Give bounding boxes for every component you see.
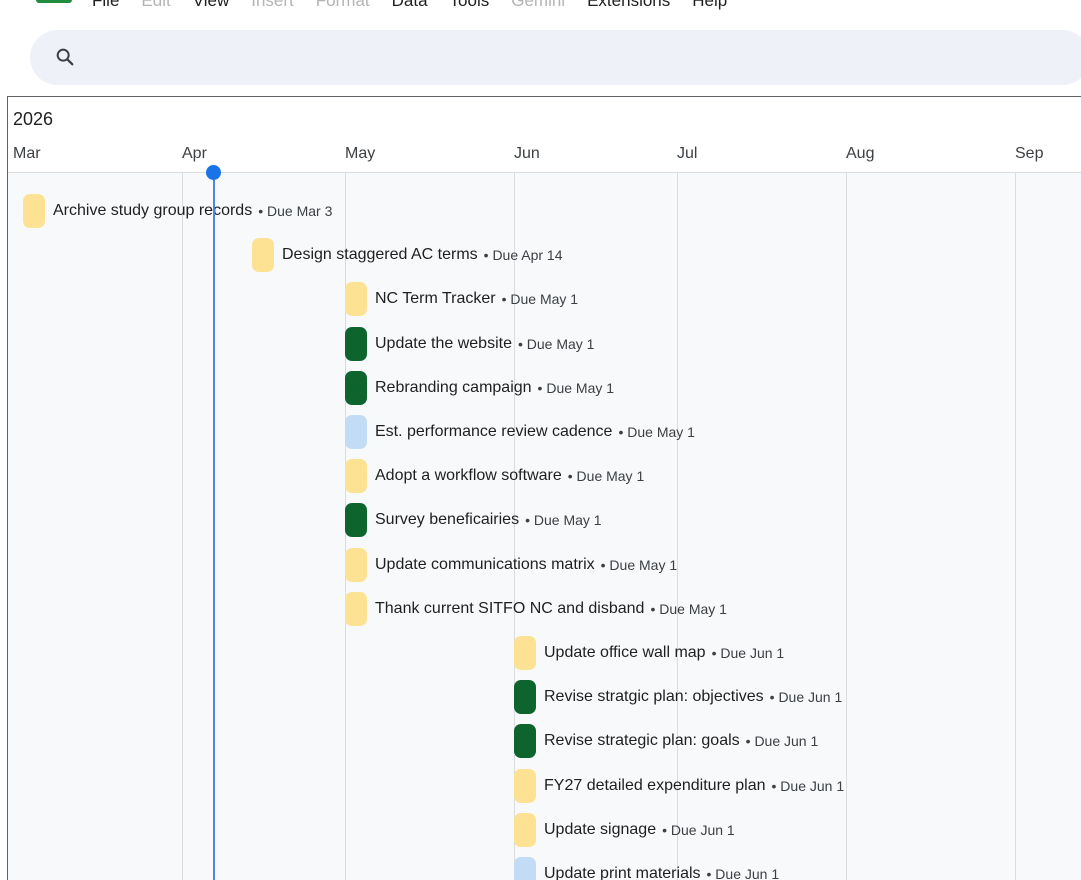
task-title: Revise stratgic plan: objectives <box>544 688 764 705</box>
task-color-chip[interactable] <box>345 459 367 493</box>
menu-tools[interactable]: Tools <box>450 0 490 11</box>
month-label: Jul <box>677 145 698 162</box>
task-color-chip[interactable] <box>252 238 274 272</box>
task-due-date: • Due May 1 <box>650 601 727 617</box>
task-row[interactable]: Update office wall map • Due Jun 1 <box>514 636 784 670</box>
menu-file[interactable]: File <box>92 0 119 11</box>
task-row[interactable]: Revise strategic plan: goals • Due Jun 1 <box>514 724 818 758</box>
menu-gemini[interactable]: Gemini <box>511 0 565 11</box>
month-gridline <box>1015 173 1016 880</box>
task-due-date: • Due Apr 14 <box>483 247 563 263</box>
task-row[interactable]: Archive study group records • Due Mar 3 <box>23 194 332 228</box>
month-gridline <box>846 173 847 880</box>
task-title: Design staggered AC terms <box>282 246 478 263</box>
task-due-date: • Due Jun 1 <box>771 778 845 794</box>
task-color-chip[interactable] <box>345 327 367 361</box>
task-row[interactable]: Rebranding campaign • Due May 1 <box>345 371 614 405</box>
today-marker-line <box>213 173 215 880</box>
month-label: Mar <box>13 145 41 162</box>
task-row[interactable]: Update print materials • Due Jun 1 <box>514 857 779 880</box>
task-due-date: • Due Jun 1 <box>706 866 780 880</box>
task-due-date: • Due May 1 <box>618 424 695 440</box>
task-row[interactable]: Survey beneficairies • Due May 1 <box>345 503 602 537</box>
task-row[interactable]: FY27 detailed expenditure plan • Due Jun … <box>514 769 844 803</box>
task-due-date: • Due May 1 <box>600 557 678 573</box>
today-marker-dot <box>206 165 221 180</box>
task-color-chip[interactable] <box>345 592 367 626</box>
menu-insert[interactable]: Insert <box>251 0 294 11</box>
task-row[interactable]: Est. performance review cadence • Due May… <box>345 415 695 449</box>
menu-view[interactable]: View <box>193 0 230 11</box>
task-title: Update print materials <box>544 865 701 880</box>
task-row[interactable]: Thank current SITFO NC and disband • Due … <box>345 592 727 626</box>
task-due-date: • Due Jun 1 <box>711 645 785 661</box>
task-color-chip[interactable] <box>514 680 536 714</box>
task-due-date: • Due Mar 3 <box>258 203 333 219</box>
task-title: Rebranding campaign <box>375 379 532 396</box>
month-label: Aug <box>846 145 875 162</box>
task-title: Est. performance review cadence <box>375 423 613 440</box>
task-title: FY27 detailed expenditure plan <box>544 777 766 794</box>
task-row[interactable]: Update signage • Due Jun 1 <box>514 813 735 847</box>
search-bar[interactable] <box>30 30 1081 85</box>
task-title: Update the website <box>375 335 512 352</box>
task-color-chip[interactable] <box>514 857 536 880</box>
task-title: Update office wall map <box>544 644 706 661</box>
menu-data[interactable]: Data <box>392 0 428 11</box>
task-color-chip[interactable] <box>514 769 536 803</box>
task-row[interactable]: Update communications matrix • Due May 1 <box>345 548 677 582</box>
month-label: Jun <box>514 145 540 162</box>
app-logo <box>36 0 72 3</box>
task-due-date: • Due Jun 1 <box>769 689 843 705</box>
month-label: Apr <box>182 145 207 162</box>
task-color-chip[interactable] <box>345 548 367 582</box>
task-due-date: • Due May 1 <box>501 291 579 307</box>
task-due-date: • Due May 1 <box>537 380 615 396</box>
task-row[interactable]: NC Term Tracker • Due May 1 <box>345 282 578 316</box>
menu-format[interactable]: Format <box>316 0 370 11</box>
task-row[interactable]: Update the website • Due May 1 <box>345 327 594 361</box>
task-due-date: • Due May 1 <box>567 468 645 484</box>
task-color-chip[interactable] <box>514 636 536 670</box>
menu-items: File Edit View Insert Format Data Tools … <box>92 0 749 11</box>
task-color-chip[interactable] <box>345 371 367 405</box>
menu-extensions[interactable]: Extensions <box>587 0 670 11</box>
month-label: May <box>345 145 376 162</box>
timeline-view: 2026 Mar Apr May Jun Jul Aug Sep Archive… <box>7 96 1081 880</box>
task-due-date: • Due May 1 <box>517 336 595 352</box>
task-row[interactable]: Revise stratgic plan: objectives • Due Ju… <box>514 680 842 714</box>
month-gridline <box>182 173 183 880</box>
menu-bar: File Edit View Insert Format Data Tools … <box>0 0 1081 14</box>
task-color-chip[interactable] <box>345 282 367 316</box>
task-title: Adopt a workflow software <box>375 467 562 484</box>
task-title: Survey beneficairies <box>375 511 520 528</box>
timeline-year: 2026 <box>13 109 54 129</box>
task-color-chip[interactable] <box>345 503 367 537</box>
search-icon[interactable] <box>54 46 76 68</box>
task-title: Revise strategic plan: goals <box>544 732 740 749</box>
menu-edit[interactable]: Edit <box>141 0 170 11</box>
month-label: Sep <box>1015 145 1044 162</box>
menu-help[interactable]: Help <box>692 0 727 11</box>
task-color-chip[interactable] <box>345 415 367 449</box>
task-row[interactable]: Design staggered AC terms • Due Apr 14 <box>252 238 563 272</box>
task-title: Archive study group records <box>53 202 253 219</box>
task-title: NC Term Tracker <box>375 290 496 307</box>
task-title: Thank current SITFO NC and disband <box>375 600 645 617</box>
task-row[interactable]: Adopt a workflow software • Due May 1 <box>345 459 644 493</box>
task-title: Update communications matrix <box>375 556 595 573</box>
task-color-chip[interactable] <box>23 194 45 228</box>
task-due-date: • Due Jun 1 <box>745 733 819 749</box>
task-color-chip[interactable] <box>514 813 536 847</box>
task-color-chip[interactable] <box>514 724 536 758</box>
task-due-date: • Due Jun 1 <box>662 822 735 838</box>
task-title: Update signage <box>544 821 657 838</box>
task-due-date: • Due May 1 <box>525 512 602 528</box>
